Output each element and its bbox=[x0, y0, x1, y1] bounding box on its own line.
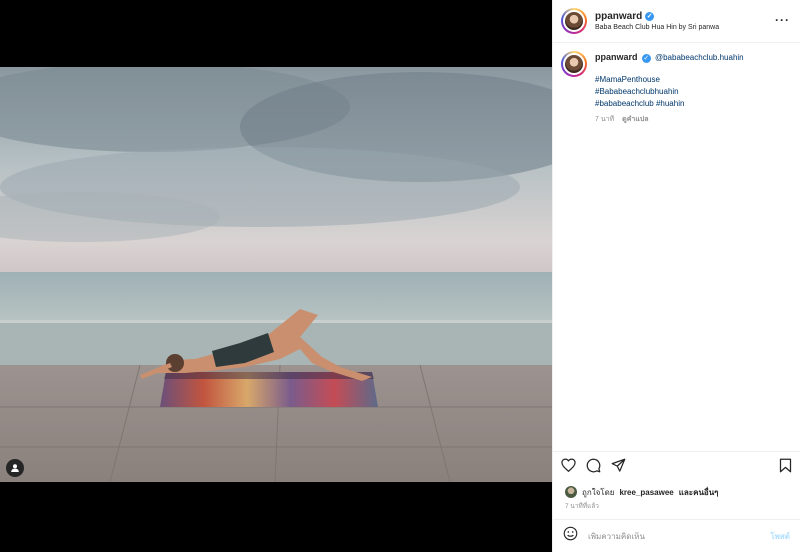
hashtag-link[interactable]: #bababeachclub #huahin bbox=[595, 98, 744, 110]
comments-area: ppanward ✓ @bababeachclub.huahin #MamaPe… bbox=[553, 43, 800, 451]
comment-input[interactable] bbox=[588, 531, 761, 541]
liked-by-user[interactable]: kree_pasawee bbox=[619, 488, 673, 497]
avatar[interactable] bbox=[561, 8, 587, 34]
beach-yoga-photo bbox=[0, 67, 552, 482]
emoji-icon[interactable] bbox=[563, 526, 578, 546]
location-link[interactable]: Baba Beach Club Hua Hin by Sri panwa bbox=[595, 24, 719, 31]
verified-badge-icon: ✓ bbox=[645, 12, 655, 21]
post-photo[interactable] bbox=[0, 67, 552, 482]
more-horizontal-icon[interactable]: ··· bbox=[775, 13, 790, 27]
caption-username[interactable]: ppanward bbox=[595, 52, 638, 62]
liker-avatar[interactable] bbox=[565, 486, 577, 498]
caption-time[interactable]: 7 นาที bbox=[595, 114, 614, 126]
bookmark-icon[interactable] bbox=[779, 458, 792, 478]
mention-link[interactable]: @bababeachclub.huahin bbox=[655, 53, 744, 62]
caption-avatar[interactable] bbox=[561, 51, 587, 77]
post-comment-button[interactable]: โพสต์ bbox=[770, 530, 790, 543]
heart-icon[interactable] bbox=[561, 458, 576, 477]
action-bar bbox=[553, 451, 800, 483]
user-tag-icon[interactable] bbox=[6, 459, 24, 477]
post-details-panel: ppanward ✓ Baba Beach Club Hua Hin by Sr… bbox=[552, 0, 800, 552]
post-viewer: ppanward ✓ Baba Beach Club Hua Hin by Sr… bbox=[0, 0, 800, 552]
hashtag-link[interactable]: #Bababeachclubhuahin bbox=[595, 86, 744, 98]
liked-by-prefix: ถูกใจโดย bbox=[582, 487, 615, 497]
verified-badge-icon: ✓ bbox=[641, 54, 651, 63]
hashtag-link[interactable]: #MamaPenthouse bbox=[595, 74, 744, 86]
caption: ppanward ✓ @bababeachclub.huahin #MamaPe… bbox=[561, 51, 792, 126]
post-header: ppanward ✓ Baba Beach Club Hua Hin by Sr… bbox=[553, 0, 800, 43]
likes-summary: ถูกใจโดย kree_pasawee และคนอื่นๆ bbox=[553, 483, 800, 501]
header-username[interactable]: ppanward bbox=[595, 11, 642, 22]
post-timestamp[interactable]: 7 นาทีที่แล้ว bbox=[553, 501, 800, 519]
liked-by-others[interactable]: และคนอื่นๆ bbox=[679, 486, 719, 499]
send-icon[interactable] bbox=[611, 458, 626, 478]
comment-box: โพสต์ bbox=[553, 519, 800, 552]
post-media bbox=[0, 0, 552, 552]
translate-button[interactable]: ดูคำแปล bbox=[622, 114, 648, 126]
comment-icon[interactable] bbox=[586, 458, 601, 478]
